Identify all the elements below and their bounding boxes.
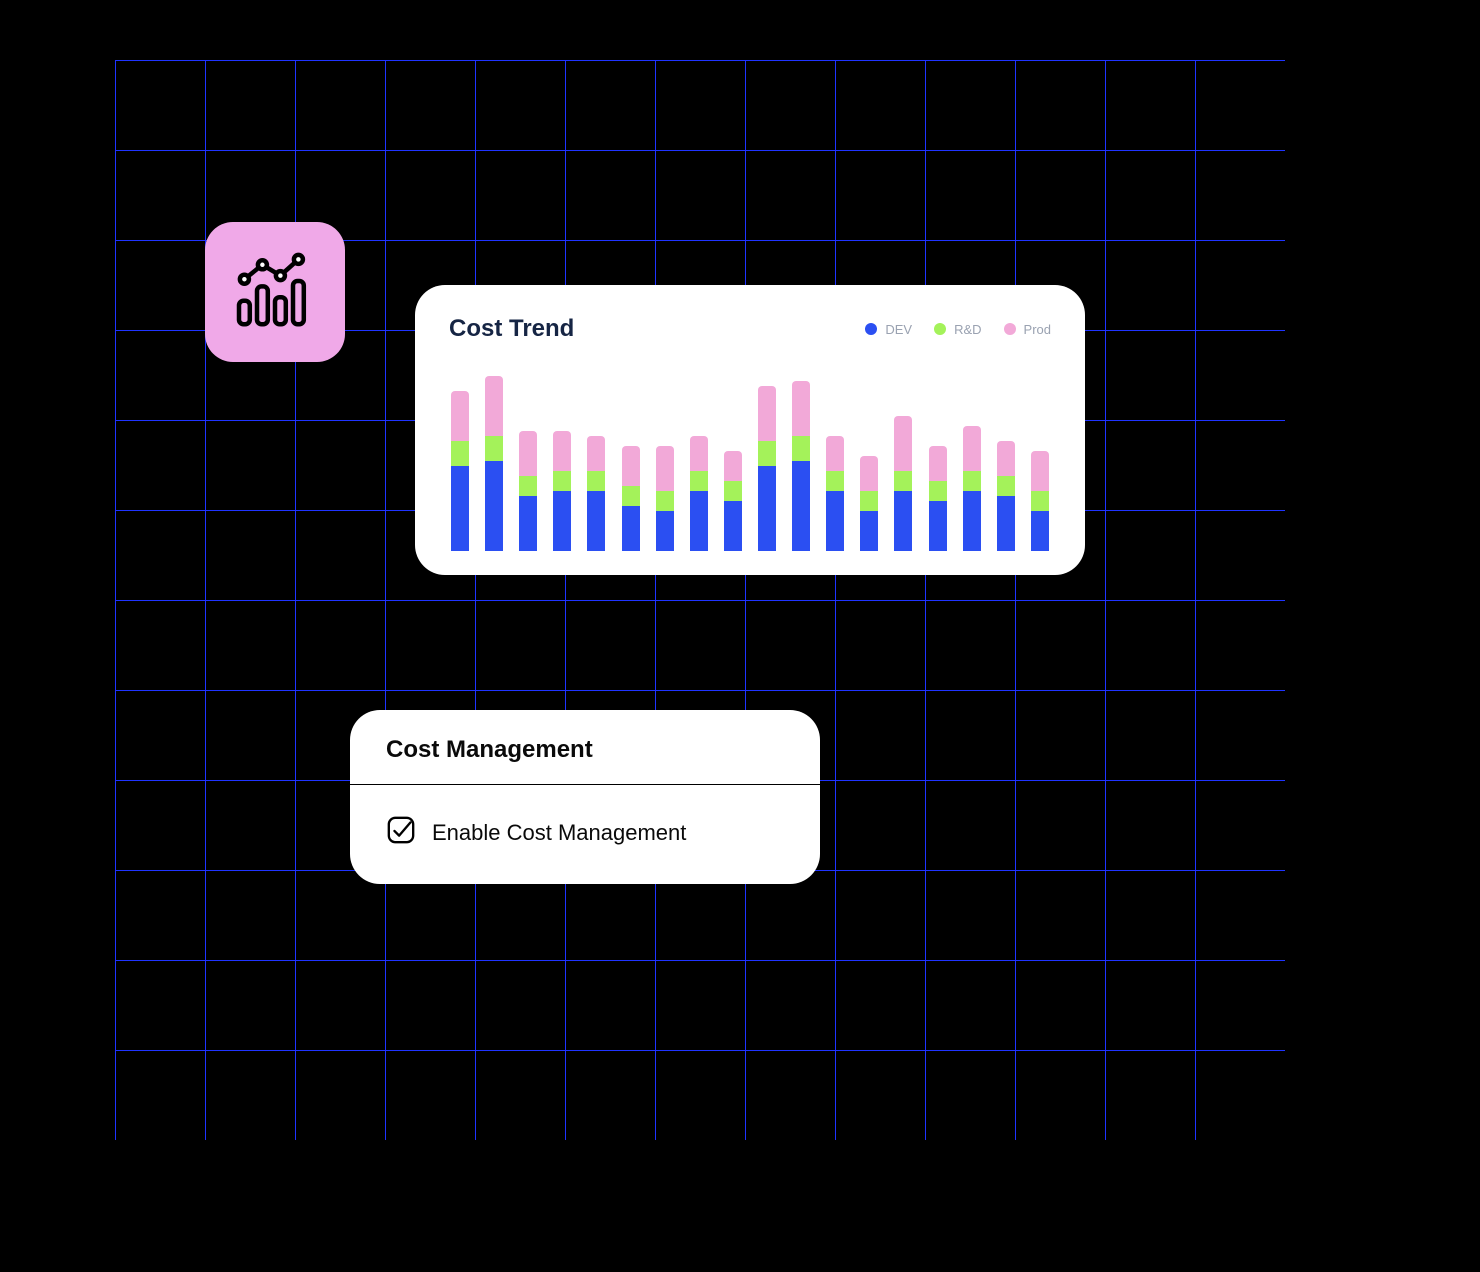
chart-bar-segment [758, 386, 776, 441]
chart-bar-segment [963, 471, 981, 491]
chart-bar-segment [1031, 511, 1049, 551]
chart-bar-segment [758, 466, 776, 551]
chart-bar-segment [826, 471, 844, 491]
chart-bar-segment [894, 471, 912, 491]
chart-bar-segment [997, 441, 1015, 476]
chart-bar-segment [792, 461, 810, 551]
chart-bar-segment [963, 491, 981, 551]
chart-bar-segment [997, 496, 1015, 551]
chart-bar-segment [1031, 451, 1049, 491]
chart-bar [1031, 451, 1049, 551]
chart-bar [758, 386, 776, 551]
cost-management-card: Cost Management Enable Cost Management [350, 710, 820, 884]
chart-bar-segment [690, 491, 708, 551]
chart-bar-segment [622, 506, 640, 551]
analytics-tile [205, 222, 345, 362]
chart-bar-segment [963, 426, 981, 471]
chart-bar-segment [997, 476, 1015, 496]
chart-bar [963, 426, 981, 551]
chart-bar-segment [553, 431, 571, 471]
chart-bar-segment [451, 441, 469, 466]
chart-bar-segment [587, 436, 605, 471]
chart-bar-segment [792, 381, 810, 436]
legend-item-rnd: R&D [934, 322, 981, 337]
chart-bar-segment [929, 446, 947, 481]
chart-bar-segment [656, 511, 674, 551]
chart-bar-segment [587, 491, 605, 551]
chart-bar [451, 391, 469, 551]
chart-bar-segment [1031, 491, 1049, 511]
chart-bar [485, 376, 503, 551]
chart-bar [724, 451, 742, 551]
cost-management-header: Cost Management [350, 710, 820, 785]
cost-trend-legend: DEV R&D Prod [865, 322, 1051, 337]
cost-trend-chart [449, 361, 1051, 551]
chart-bar-segment [690, 471, 708, 491]
chart-bar-segment [826, 436, 844, 471]
chart-bar [929, 446, 947, 551]
chart-bar-segment [894, 416, 912, 471]
chart-bar [519, 431, 537, 551]
enable-cost-management-label: Enable Cost Management [432, 820, 686, 846]
chart-bar [587, 436, 605, 551]
cost-management-title: Cost Management [386, 736, 784, 764]
chart-bar-segment [826, 491, 844, 551]
chart-bar-segment [929, 501, 947, 551]
checkbox-checked-icon[interactable] [386, 815, 416, 850]
legend-label-rnd: R&D [954, 322, 981, 337]
chart-bar [997, 441, 1015, 551]
chart-bar-segment [451, 466, 469, 551]
cost-trend-title: Cost Trend [449, 315, 574, 343]
analytics-chart-icon [230, 245, 320, 340]
legend-label-dev: DEV [885, 322, 912, 337]
legend-label-prod: Prod [1024, 322, 1051, 337]
chart-bar [860, 456, 878, 551]
chart-bar-segment [622, 486, 640, 506]
chart-bar-segment [724, 451, 742, 481]
chart-bar-segment [553, 491, 571, 551]
chart-bar-segment [860, 491, 878, 511]
chart-bar [894, 416, 912, 551]
chart-bar-segment [860, 456, 878, 491]
chart-bar-segment [724, 481, 742, 501]
legend-item-dev: DEV [865, 322, 912, 337]
chart-bar-segment [587, 471, 605, 491]
chart-bar-segment [553, 471, 571, 491]
chart-bar-segment [451, 391, 469, 441]
chart-bar-segment [519, 496, 537, 551]
chart-bar-segment [485, 376, 503, 436]
chart-bar-segment [622, 446, 640, 486]
chart-bar [622, 446, 640, 551]
chart-bar-segment [690, 436, 708, 471]
chart-bar-segment [929, 481, 947, 501]
legend-item-prod: Prod [1004, 322, 1051, 337]
chart-bar-segment [758, 441, 776, 466]
chart-bar [792, 381, 810, 551]
chart-bar-segment [519, 476, 537, 496]
chart-bar [553, 431, 571, 551]
chart-bar-segment [485, 461, 503, 551]
chart-bar [656, 446, 674, 551]
chart-bar [826, 436, 844, 551]
chart-bar-segment [519, 431, 537, 476]
cost-trend-header: Cost Trend DEV R&D Prod [449, 315, 1051, 343]
chart-bar-segment [656, 446, 674, 491]
chart-bar [690, 436, 708, 551]
chart-bar-segment [656, 491, 674, 511]
chart-bar-segment [792, 436, 810, 461]
cost-management-body: Enable Cost Management [350, 785, 820, 884]
legend-dot-prod [1004, 323, 1016, 335]
chart-bar-segment [860, 511, 878, 551]
legend-dot-rnd [934, 323, 946, 335]
cost-trend-card: Cost Trend DEV R&D Prod [415, 285, 1085, 575]
chart-bar-segment [894, 491, 912, 551]
chart-bar-segment [724, 501, 742, 551]
chart-bar-segment [485, 436, 503, 461]
legend-dot-dev [865, 323, 877, 335]
